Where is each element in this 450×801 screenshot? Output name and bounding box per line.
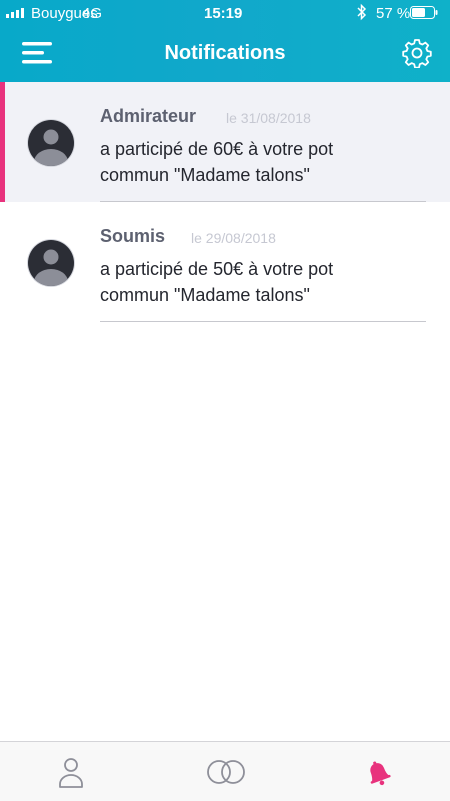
sender-name: Admirateur	[100, 106, 197, 126]
gear-icon	[402, 39, 432, 69]
app-header: Bouygues 4G 15:19 57 % Notifications	[0, 0, 450, 82]
status-bar: Bouygues 4G 15:19 57 %	[0, 0, 450, 26]
tab-profile[interactable]	[51, 752, 91, 792]
battery-icon	[410, 6, 438, 19]
notification-item[interactable]: Soumis le 29/08/2018 a participé de 50€ …	[0, 202, 450, 322]
sender-name: Soumis	[100, 226, 166, 246]
rings-icon	[207, 760, 245, 784]
clock: 15:19	[204, 5, 243, 22]
bell-icon	[370, 761, 391, 786]
tab-notifications[interactable]	[358, 752, 398, 792]
network-type: 4G	[82, 5, 103, 22]
unread-indicator	[0, 82, 5, 202]
profile-icon	[59, 758, 83, 788]
tab-bar	[0, 741, 450, 801]
tab-pots[interactable]	[204, 752, 248, 792]
notification-date: le 31/08/2018	[226, 110, 311, 126]
signal-icon	[6, 8, 24, 18]
avatar	[26, 118, 76, 168]
bluetooth-icon	[356, 3, 368, 25]
settings-button[interactable]	[402, 38, 432, 69]
battery-percent: 57 %	[376, 5, 411, 22]
notification-message: a participé de 60€ à votre pot commun "M…	[100, 139, 334, 185]
divider	[100, 321, 426, 322]
notification-date: le 29/08/2018	[191, 230, 276, 246]
page-title: Notifications	[164, 42, 286, 64]
notification-message: a participé de 50€ à votre pot commun "M…	[100, 259, 334, 305]
user-avatar-icon	[27, 239, 75, 287]
notification-list: Admirateur le 31/08/2018 a participé de …	[0, 82, 450, 322]
avatar	[26, 238, 76, 288]
notification-item[interactable]: Admirateur le 31/08/2018 a participé de …	[0, 82, 450, 202]
user-avatar-icon	[27, 119, 75, 167]
